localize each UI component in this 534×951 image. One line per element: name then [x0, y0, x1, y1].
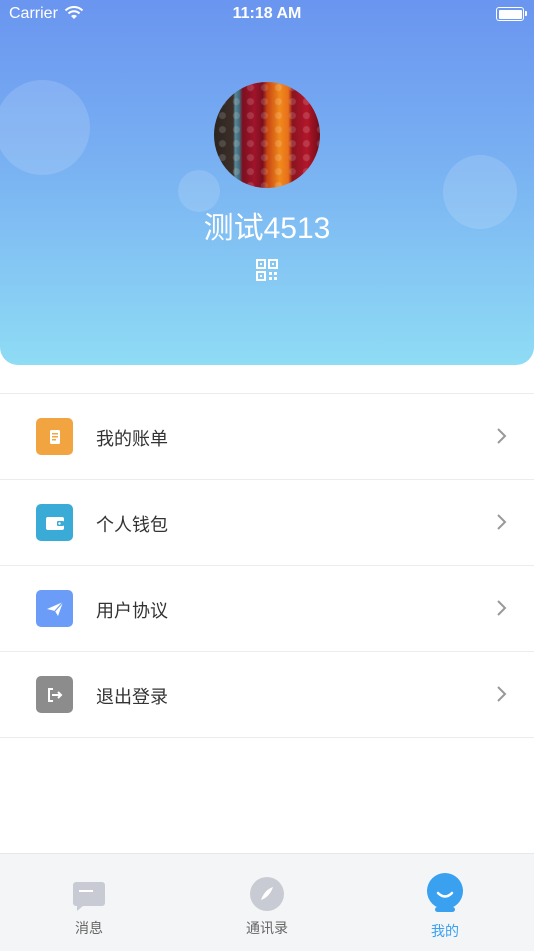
profile-header: Carrier 11:18 AM 测试4513 — [0, 0, 534, 365]
tab-messages[interactable]: 消息 — [0, 854, 178, 951]
bill-icon — [36, 418, 73, 455]
battery-icon — [496, 7, 527, 21]
profile-icon — [427, 873, 463, 912]
message-icon — [73, 882, 105, 911]
menu-item-bill[interactable]: 我的账单 — [0, 394, 534, 480]
menu-item-label: 用户协议 — [96, 601, 168, 621]
tab-mine[interactable]: 我的 — [356, 854, 534, 951]
menu-item-wallet[interactable]: 个人钱包 — [0, 480, 534, 566]
tab-label: 通讯录 — [246, 920, 288, 936]
menu-item-logout[interactable]: 退出登录 — [0, 652, 534, 738]
decor-bubble — [0, 80, 90, 175]
logout-icon — [36, 676, 73, 713]
chevron-right-icon — [497, 514, 507, 530]
qr-code-icon[interactable] — [256, 259, 278, 281]
menu-item-label: 个人钱包 — [96, 515, 168, 535]
tab-contacts[interactable]: 通讯录 — [178, 854, 356, 951]
avatar[interactable] — [214, 82, 320, 188]
tab-label: 我的 — [431, 923, 459, 939]
paper-plane-icon — [36, 590, 73, 627]
menu-list: 我的账单 个人钱包 用户协议 退出登录 — [0, 393, 534, 738]
chevron-right-icon — [497, 600, 507, 616]
compass-icon — [250, 877, 284, 911]
menu-item-agreement[interactable]: 用户协议 — [0, 566, 534, 652]
chevron-right-icon — [497, 428, 507, 444]
menu-item-label: 退出登录 — [96, 687, 168, 707]
username: 测试4513 — [203, 212, 331, 245]
menu-item-label: 我的账单 — [96, 429, 168, 449]
wallet-icon — [36, 504, 73, 541]
status-bar: Carrier 11:18 AM — [0, 0, 534, 28]
chevron-right-icon — [497, 686, 507, 702]
tab-label: 消息 — [75, 920, 103, 936]
tab-bar: 消息 通讯录 我的 — [0, 853, 534, 951]
status-time: 11:18 AM — [232, 5, 302, 22]
